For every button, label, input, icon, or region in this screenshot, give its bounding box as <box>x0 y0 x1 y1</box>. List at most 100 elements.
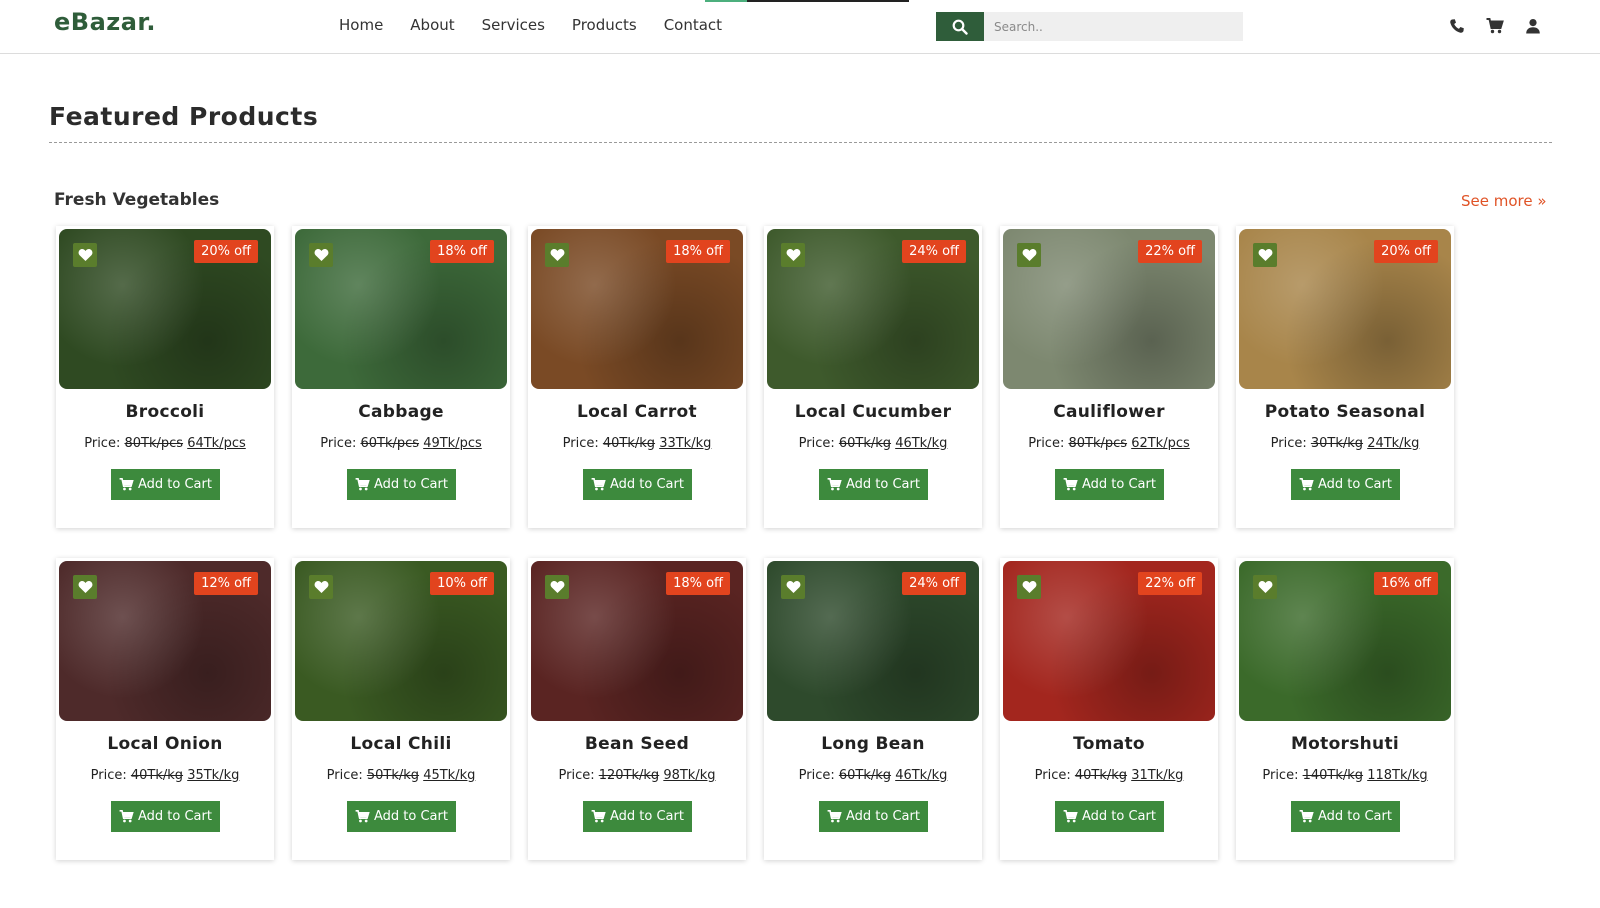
nav-products-link[interactable]: Products <box>572 16 637 34</box>
heart-icon <box>1258 249 1272 261</box>
product-name[interactable]: Bean Seed <box>528 734 746 754</box>
search-input[interactable] <box>984 12 1243 41</box>
wishlist-button[interactable] <box>1253 243 1277 267</box>
product-image[interactable]: 16% off <box>1239 561 1451 721</box>
product-card[interactable]: 18% off Local Carrot Price: 40Tk/kg 33Tk… <box>528 226 746 528</box>
wishlist-button[interactable] <box>1017 575 1041 599</box>
product-name[interactable]: Local Cucumber <box>764 402 982 422</box>
product-name[interactable]: Cauliflower <box>1000 402 1218 422</box>
product-name[interactable]: Local Carrot <box>528 402 746 422</box>
phone-icon[interactable] <box>1447 16 1467 36</box>
product-image[interactable]: 24% off <box>767 229 979 389</box>
product-name[interactable]: Local Onion <box>56 734 274 754</box>
product-price: Price: 140Tk/kg 118Tk/kg <box>1236 768 1454 783</box>
old-price: 40Tk/kg <box>602 436 656 451</box>
product-name[interactable]: Long Bean <box>764 734 982 754</box>
product-image[interactable]: 20% off <box>59 229 271 389</box>
product-name[interactable]: Tomato <box>1000 734 1218 754</box>
wishlist-button[interactable] <box>1253 575 1277 599</box>
wishlist-button[interactable] <box>781 575 805 599</box>
add-to-cart-label: Add to Cart <box>1082 477 1156 492</box>
product-card[interactable]: 22% off Cauliflower Price: 80Tk/pcs 62Tk… <box>1000 226 1218 528</box>
product-price: Price: 60Tk/kg 46Tk/kg <box>764 768 982 783</box>
product-image[interactable]: 12% off <box>59 561 271 721</box>
price-label: Price: <box>90 768 127 783</box>
product-price: Price: 50Tk/kg 45Tk/kg <box>292 768 510 783</box>
add-to-cart-button[interactable]: Add to Cart <box>819 801 928 832</box>
add-to-cart-button[interactable]: Add to Cart <box>1291 469 1400 500</box>
product-name[interactable]: Motorshuti <box>1236 734 1454 754</box>
price-label: Price: <box>1034 768 1071 783</box>
new-price: 31Tk/kg <box>1131 768 1184 783</box>
heart-icon <box>550 581 564 593</box>
nav-services-link[interactable]: Services <box>482 16 545 34</box>
product-name[interactable]: Broccoli <box>56 402 274 422</box>
add-to-cart-button[interactable]: Add to Cart <box>583 469 692 500</box>
product-card[interactable]: 24% off Long Bean Price: 60Tk/kg 46Tk/kg… <box>764 558 982 860</box>
wishlist-button[interactable] <box>73 243 97 267</box>
heart-icon <box>314 581 328 593</box>
add-to-cart-button[interactable]: Add to Cart <box>1055 469 1164 500</box>
price-label: Price: <box>798 436 835 451</box>
product-name[interactable]: Local Chili <box>292 734 510 754</box>
heart-icon <box>1022 581 1036 593</box>
search-button[interactable] <box>936 12 984 41</box>
price-label: Price: <box>1028 436 1065 451</box>
old-price: 60Tk/kg <box>838 768 892 783</box>
add-to-cart-button[interactable]: Add to Cart <box>1291 801 1400 832</box>
wishlist-button[interactable] <box>309 575 333 599</box>
add-to-cart-button[interactable]: Add to Cart <box>819 469 928 500</box>
product-image[interactable]: 22% off <box>1003 561 1215 721</box>
product-card[interactable]: 24% off Local Cucumber Price: 60Tk/kg 46… <box>764 226 982 528</box>
wishlist-button[interactable] <box>545 575 569 599</box>
product-image[interactable]: 18% off <box>295 229 507 389</box>
old-price: 80Tk/pcs <box>124 436 184 451</box>
nav-about-link[interactable]: About <box>410 16 454 34</box>
product-card[interactable]: 10% off Local Chili Price: 50Tk/kg 45Tk/… <box>292 558 510 860</box>
cart-icon <box>1299 810 1314 823</box>
add-to-cart-button[interactable]: Add to Cart <box>111 469 220 500</box>
product-name[interactable]: Potato Seasonal <box>1236 402 1454 422</box>
wishlist-button[interactable] <box>73 575 97 599</box>
product-card[interactable]: 22% off Tomato Price: 40Tk/kg 31Tk/kg Ad… <box>1000 558 1218 860</box>
product-image[interactable]: 24% off <box>767 561 979 721</box>
product-card[interactable]: 20% off Potato Seasonal Price: 30Tk/kg 2… <box>1236 226 1454 528</box>
add-to-cart-button[interactable]: Add to Cart <box>347 469 456 500</box>
nav-contact-link[interactable]: Contact <box>664 16 722 34</box>
product-card[interactable]: 18% off Cabbage Price: 60Tk/pcs 49Tk/pcs… <box>292 226 510 528</box>
add-to-cart-label: Add to Cart <box>1082 809 1156 824</box>
cart-icon <box>355 810 370 823</box>
add-to-cart-button[interactable]: Add to Cart <box>583 801 692 832</box>
add-to-cart-button[interactable]: Add to Cart <box>347 801 456 832</box>
product-card[interactable]: 12% off Local Onion Price: 40Tk/kg 35Tk/… <box>56 558 274 860</box>
product-name[interactable]: Cabbage <box>292 402 510 422</box>
discount-badge: 18% off <box>666 572 730 595</box>
add-to-cart-button[interactable]: Add to Cart <box>1055 801 1164 832</box>
cart-icon[interactable] <box>1485 16 1505 36</box>
product-image[interactable]: 18% off <box>531 561 743 721</box>
product-card[interactable]: 18% off Bean Seed Price: 120Tk/kg 98Tk/k… <box>528 558 746 860</box>
wishlist-button[interactable] <box>1017 243 1041 267</box>
old-price: 40Tk/kg <box>1074 768 1128 783</box>
cart-icon <box>1299 478 1314 491</box>
main-nav: Home About Services Products Contact <box>339 16 722 34</box>
product-image[interactable]: 18% off <box>531 229 743 389</box>
old-price: 40Tk/kg <box>130 768 184 783</box>
see-more-link[interactable]: See more » <box>1461 192 1547 210</box>
wishlist-button[interactable] <box>309 243 333 267</box>
product-card[interactable]: 16% off Motorshuti Price: 140Tk/kg 118Tk… <box>1236 558 1454 860</box>
heart-icon <box>786 581 800 593</box>
product-image[interactable]: 20% off <box>1239 229 1451 389</box>
add-to-cart-button[interactable]: Add to Cart <box>111 801 220 832</box>
add-to-cart-label: Add to Cart <box>846 477 920 492</box>
nav-home-link[interactable]: Home <box>339 16 383 34</box>
product-card[interactable]: 20% off Broccoli Price: 80Tk/pcs 64Tk/pc… <box>56 226 274 528</box>
wishlist-button[interactable] <box>781 243 805 267</box>
brand-logo[interactable]: eBazar. <box>54 8 156 36</box>
product-image[interactable]: 22% off <box>1003 229 1215 389</box>
discount-badge: 22% off <box>1138 240 1202 263</box>
wishlist-button[interactable] <box>545 243 569 267</box>
product-image[interactable]: 10% off <box>295 561 507 721</box>
user-icon[interactable] <box>1523 16 1543 36</box>
new-price: 98Tk/kg <box>663 768 716 783</box>
